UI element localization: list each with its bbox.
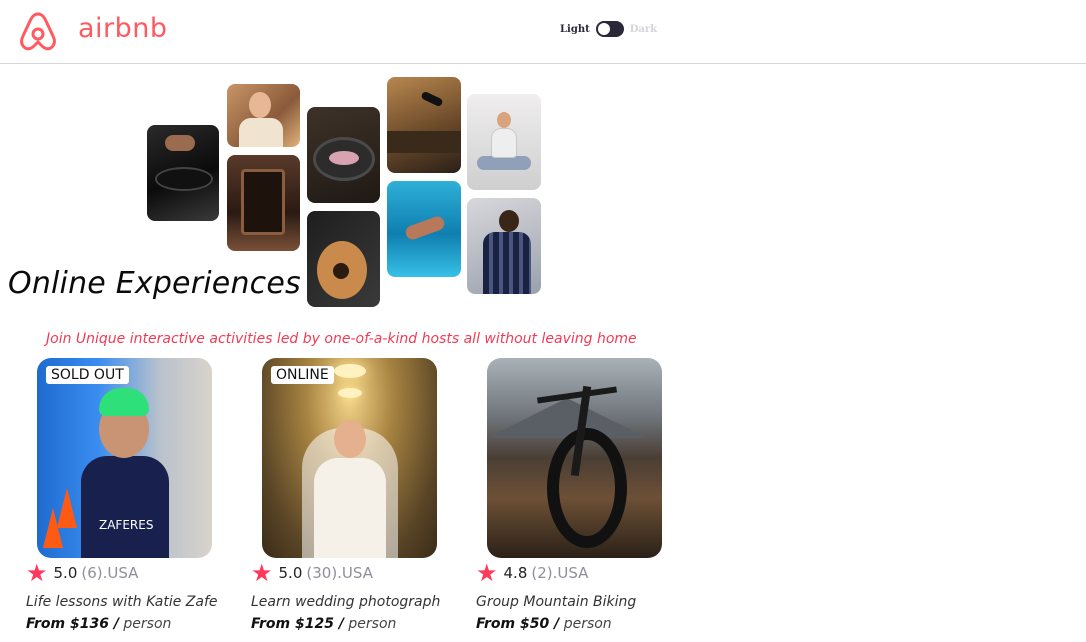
price-value: From $136 / <box>26 616 119 632</box>
experience-photo[interactable]: ZAFERES SOLD OUT <box>37 358 212 558</box>
experience-title[interactable]: Life lessons with Katie Zafe <box>26 594 226 610</box>
price-unit: person <box>123 616 172 632</box>
hero-photo-singer <box>467 198 541 294</box>
price-row: From $125 / person <box>251 616 396 632</box>
price-value: From $50 / <box>476 616 560 632</box>
theme-toggle-group: Light Dark <box>560 21 657 37</box>
status-badge: SOLD OUT <box>46 366 129 384</box>
hero-photo-host <box>227 84 300 147</box>
experience-card[interactable]: ★ 4.8 (2).USA Group Mountain Biking From… <box>476 358 676 632</box>
experience-card[interactable]: ZAFERES SOLD OUT ★ 5.0 (6).USA Life less… <box>26 358 226 632</box>
hero-photo-yoga <box>467 94 541 190</box>
hero-subtitle: Join Unique interactive activities led b… <box>46 331 637 347</box>
review-count-location: (30).USA <box>306 564 373 582</box>
theme-dark-label: Dark <box>629 23 658 35</box>
price-row: From $50 / person <box>476 616 612 632</box>
star-icon: ★ <box>251 559 273 587</box>
experience-card[interactable]: ONLINE ★ 5.0 (30).USA Learn wedding phot… <box>251 358 451 632</box>
status-badge: ONLINE <box>271 366 334 384</box>
site-header: airbnb Light Dark <box>0 0 1086 64</box>
hero-photo-cooking <box>147 125 219 221</box>
rating-value: 4.8 <box>503 564 528 582</box>
hero-photo-guitar <box>307 211 380 307</box>
rating-value: 5.0 <box>278 564 303 582</box>
review-count-location: (2).USA <box>531 564 589 582</box>
star-icon: ★ <box>26 559 48 587</box>
theme-light-label: Light <box>560 23 590 35</box>
experience-title[interactable]: Group Mountain Biking <box>476 594 676 610</box>
price-unit: person <box>563 616 612 632</box>
experience-photo[interactable] <box>487 358 662 558</box>
experience-title[interactable]: Learn wedding photograph <box>251 594 451 610</box>
review-count-location: (6).USA <box>81 564 139 582</box>
brand-name[interactable]: airbnb <box>78 13 168 44</box>
price-value: From $125 / <box>251 616 344 632</box>
hero-photo-music <box>387 77 461 173</box>
theme-toggle-switch[interactable] <box>595 21 624 37</box>
hero-photo-door <box>227 155 300 251</box>
price-unit: person <box>348 616 397 632</box>
rating-row: ★ 4.8 (2).USA <box>476 559 589 587</box>
rating-value: 5.0 <box>53 564 78 582</box>
rating-row: ★ 5.0 (30).USA <box>251 559 373 587</box>
toggle-knob <box>597 23 610 35</box>
rating-row: ★ 5.0 (6).USA <box>26 559 139 587</box>
airbnb-logo-icon[interactable] <box>18 10 58 52</box>
price-row: From $136 / person <box>26 616 171 632</box>
hero-photo-food <box>307 107 380 203</box>
star-icon: ★ <box>476 559 498 587</box>
hero-photo-swimming <box>387 181 461 277</box>
page-title: Online Experiences <box>8 266 301 301</box>
experience-photo[interactable]: ONLINE <box>262 358 437 558</box>
